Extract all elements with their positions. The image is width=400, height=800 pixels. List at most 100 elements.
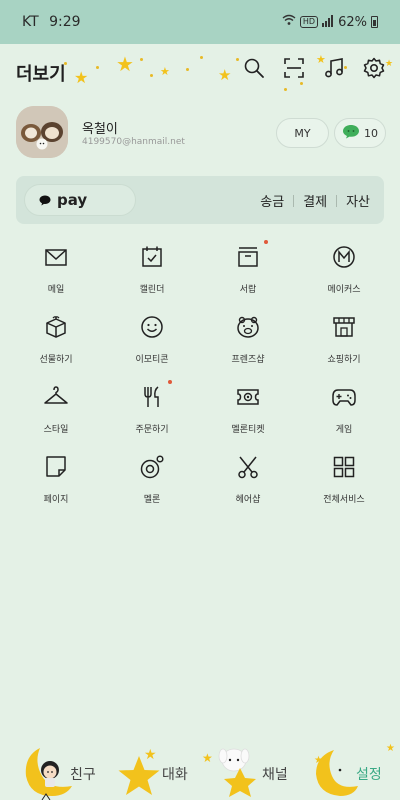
pay-actions: 송금 결제 자산	[260, 191, 370, 210]
my-button[interactable]: MY	[276, 118, 329, 148]
service-melon-ticket[interactable]: 멜론티켓	[200, 380, 296, 450]
melon-icon	[140, 455, 164, 479]
service-game[interactable]: 게임	[296, 380, 392, 450]
clock: 9:29	[49, 14, 81, 30]
status-left: KT 9:29	[22, 14, 81, 30]
service-page[interactable]: 페이지	[8, 450, 104, 520]
tab-chats[interactable]: ★ 대화	[100, 740, 200, 800]
decor-star-icon: ★	[74, 68, 89, 87]
service-mail[interactable]: 메일	[8, 240, 104, 310]
tab-channel[interactable]: ★ 채널	[200, 740, 300, 800]
hanger-icon	[44, 386, 68, 404]
battery-icon	[371, 16, 378, 28]
tab-label: 설정	[356, 767, 382, 783]
decor-star-icon: ★	[218, 66, 232, 84]
service-drawer[interactable]: 서랍	[200, 240, 296, 310]
coin-count: 10	[364, 126, 378, 140]
service-label: 전체서비스	[323, 495, 365, 505]
service-label: 주문하기	[135, 425, 169, 435]
gamepad-icon	[332, 389, 356, 406]
decor-star-icon: ★	[160, 65, 170, 78]
decor-dot	[236, 58, 239, 61]
drawer-icon	[238, 247, 258, 267]
dog-star-icon	[218, 748, 256, 797]
ticket-icon	[237, 389, 259, 405]
avatar[interactable]	[16, 106, 68, 158]
service-label: 쇼핑하기	[327, 355, 361, 365]
hd-badge: HD	[299, 16, 319, 28]
tab-label: 친구	[70, 767, 96, 783]
profile-section[interactable]: 옥철이 4199570@hanmail.net MY 10	[16, 106, 386, 158]
decor-star-icon: ★	[386, 743, 395, 754]
scissors-icon	[238, 456, 258, 479]
tab-label: 채널	[262, 767, 288, 783]
service-makers[interactable]: 메이커스	[296, 240, 392, 310]
decor-star-icon: ★	[116, 52, 134, 76]
service-label: 프렌즈샵	[231, 355, 265, 365]
wifi-icon	[282, 14, 296, 30]
service-label: 스타일	[43, 425, 69, 435]
status-right: HD 62%	[282, 14, 378, 30]
page-icon	[46, 456, 66, 477]
pay-remit-button[interactable]: 송금	[260, 191, 284, 210]
service-label: 서랍	[239, 285, 257, 295]
pay-assets-button[interactable]: 자산	[346, 191, 370, 210]
music-icon[interactable]	[322, 56, 346, 80]
signal-icon	[322, 14, 334, 30]
decor-star-icon: ★	[144, 747, 157, 763]
service-shopping[interactable]: 쇼핑하기	[296, 310, 392, 380]
new-badge	[264, 240, 268, 244]
service-label: 멜론티켓	[231, 425, 265, 435]
service-label: 선물하기	[39, 355, 73, 365]
service-label: 캘린더	[139, 285, 165, 295]
service-hairshop[interactable]: 헤어샵	[200, 450, 296, 520]
pay-button[interactable]: pay	[24, 184, 136, 216]
service-calendar[interactable]: 캘린더	[104, 240, 200, 310]
emoticon-icon	[141, 316, 163, 338]
mail-icon	[45, 249, 67, 266]
pay-card: pay 송금 결제 자산	[16, 176, 384, 224]
service-order[interactable]: 주문하기	[104, 380, 200, 450]
decor-dot	[150, 74, 153, 77]
divider	[293, 194, 295, 207]
page-title: 더보기	[16, 64, 66, 85]
tab-settings[interactable]: ★ ★ 설정	[300, 740, 400, 800]
service-all[interactable]: 전체서비스	[296, 450, 392, 520]
coin-button[interactable]: 10	[334, 118, 386, 148]
pay-label: pay	[57, 191, 88, 209]
service-label: 게임	[335, 425, 353, 435]
divider	[336, 194, 338, 207]
settings-icon[interactable]	[362, 56, 386, 80]
pay-payment-button[interactable]: 결제	[303, 191, 327, 210]
profile-name: 옥철이	[82, 122, 118, 137]
decor-dot	[186, 68, 189, 71]
decor-star-icon: ★	[314, 755, 323, 766]
service-label: 멜론	[143, 495, 161, 505]
carrier: KT	[22, 14, 39, 30]
friends-shop-icon	[237, 316, 259, 338]
makers-icon	[333, 246, 355, 268]
profile-email: 4199570@hanmail.net	[82, 137, 185, 147]
service-melon[interactable]: 멜론	[104, 450, 200, 520]
calendar-icon	[142, 246, 162, 267]
service-label: 메이커스	[327, 285, 361, 295]
service-friends-shop[interactable]: 프렌즈샵	[200, 310, 296, 380]
tab-label: 대화	[162, 767, 188, 783]
service-label: 메일	[47, 285, 65, 295]
service-style[interactable]: 스타일	[8, 380, 104, 450]
service-gift[interactable]: 선물하기	[8, 310, 104, 380]
battery-percent: 62%	[338, 14, 367, 30]
search-icon[interactable]	[242, 56, 266, 80]
service-emoticon[interactable]: 이모티콘	[104, 310, 200, 380]
gift-icon	[46, 316, 66, 338]
header: ★ ★ ★ ★ ★ ★ 더보기	[0, 44, 400, 100]
speech-bubble-icon	[39, 191, 51, 210]
fork-knife-icon	[144, 386, 159, 407]
tab-friends[interactable]: 친구	[0, 740, 100, 800]
decor-dot	[140, 58, 143, 61]
scan-icon[interactable]	[282, 56, 306, 80]
decor-dot	[300, 82, 303, 85]
decor-dot	[200, 56, 203, 59]
decor-dot	[284, 88, 287, 91]
decor-star-icon: ★	[385, 59, 394, 69]
